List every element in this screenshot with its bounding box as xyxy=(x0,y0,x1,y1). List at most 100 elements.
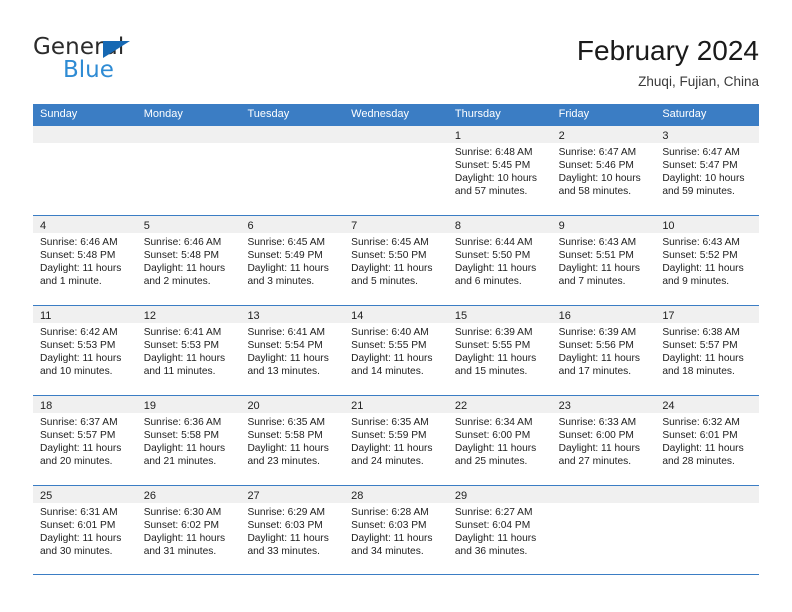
day-details: Sunrise: 6:47 AM Sunset: 5:47 PM Daylight:… xyxy=(655,143,759,198)
day-number: 2 xyxy=(558,130,565,142)
day-number-band: 8 xyxy=(447,216,552,233)
daylight-text: Daylight: 11 hours and 27 minutes. xyxy=(558,443,640,468)
sunset-text: Sunset: 5:45 PM xyxy=(454,160,531,172)
day-cell-empty xyxy=(655,486,760,574)
general-blue-logo[interactable]: General Blue xyxy=(33,34,243,92)
day-cell[interactable]: 6 Sunrise: 6:45 AM Sunset: 5:49 PM Daylight… xyxy=(240,216,345,305)
sunrise-text: Sunrise: 6:48 AM xyxy=(454,147,533,158)
page-title: February 2024 xyxy=(576,35,759,66)
day-number-band: 9 xyxy=(551,216,656,233)
day-number: 17 xyxy=(662,310,675,322)
day-details: Sunrise: 6:32 AM Sunset: 6:01 PM Daylight:… xyxy=(655,413,759,468)
daylight-text: Daylight: 11 hours and 30 minutes. xyxy=(40,533,122,558)
day-details: Sunrise: 6:47 AM Sunset: 5:46 PM Daylight:… xyxy=(552,143,656,198)
day-cell[interactable]: 22 Sunrise: 6:34 AM Sunset: 6:00 PM Dayligh… xyxy=(447,396,552,485)
day-cell[interactable]: 4 Sunrise: 6:46 AM Sunset: 5:48 PM Daylight… xyxy=(33,216,137,305)
sunset-text: Sunset: 5:54 PM xyxy=(247,340,323,352)
day-cell[interactable]: 29 Sunrise: 6:27 AM Sunset: 6:04 PM Dayligh… xyxy=(447,486,552,574)
sunset-text: Sunset: 6:00 PM xyxy=(558,430,634,442)
sunrise-text: Sunrise: 6:38 AM xyxy=(662,327,740,338)
day-number: 10 xyxy=(662,220,675,232)
day-cell[interactable]: 10 Sunrise: 6:43 AM Sunset: 5:52 PM Dayligh… xyxy=(655,216,760,305)
sunset-text: Sunset: 5:56 PM xyxy=(558,340,634,352)
day-cell[interactable]: 15 Sunrise: 6:39 AM Sunset: 5:55 PM Dayligh… xyxy=(447,306,552,395)
day-details: Sunrise: 6:45 AM Sunset: 5:50 PM Daylight:… xyxy=(344,233,448,288)
day-number-band xyxy=(33,126,137,143)
sunrise-text: Sunrise: 6:45 AM xyxy=(351,237,429,248)
day-cell[interactable]: 25 Sunrise: 6:31 AM Sunset: 6:01 PM Dayligh… xyxy=(33,486,137,574)
day-number-band: 13 xyxy=(240,306,345,323)
sunrise-text: Sunrise: 6:40 AM xyxy=(351,327,429,338)
sunset-text: Sunset: 5:46 PM xyxy=(558,160,634,172)
week-row: 11 Sunrise: 6:42 AM Sunset: 5:53 PM Dayligh… xyxy=(33,305,760,395)
day-number-band: 28 xyxy=(344,486,448,503)
day-cell[interactable]: 3 Sunrise: 6:47 AM Sunset: 5:47 PM Daylight… xyxy=(655,126,760,215)
day-details: Sunrise: 6:44 AM Sunset: 5:50 PM Daylight:… xyxy=(448,233,552,288)
day-cell[interactable]: 9 Sunrise: 6:43 AM Sunset: 5:51 PM Daylight… xyxy=(551,216,656,305)
sunrise-text: Sunrise: 6:42 AM xyxy=(40,327,118,338)
sunset-text: Sunset: 5:57 PM xyxy=(662,340,738,352)
day-cell[interactable]: 26 Sunrise: 6:30 AM Sunset: 6:02 PM Dayligh… xyxy=(136,486,241,574)
day-details: Sunrise: 6:41 AM Sunset: 5:53 PM Daylight:… xyxy=(137,323,241,378)
day-cell[interactable]: 23 Sunrise: 6:33 AM Sunset: 6:00 PM Dayligh… xyxy=(551,396,656,485)
daylight-text: Daylight: 11 hours and 13 minutes. xyxy=(247,353,329,378)
day-details: Sunrise: 6:34 AM Sunset: 6:00 PM Daylight:… xyxy=(448,413,552,468)
day-number-band: 14 xyxy=(344,306,448,323)
day-cell-empty xyxy=(33,126,137,215)
day-cell[interactable]: 18 Sunrise: 6:37 AM Sunset: 5:57 PM Dayligh… xyxy=(33,396,137,485)
daylight-text: Daylight: 11 hours and 9 minutes. xyxy=(662,263,744,288)
day-cell[interactable]: 1 Sunrise: 6:48 AM Sunset: 5:45 PM Daylight… xyxy=(447,126,552,215)
day-cell[interactable]: 17 Sunrise: 6:38 AM Sunset: 5:57 PM Dayligh… xyxy=(655,306,760,395)
day-cell[interactable]: 21 Sunrise: 6:35 AM Sunset: 5:59 PM Dayligh… xyxy=(344,396,448,485)
day-cell[interactable]: 28 Sunrise: 6:28 AM Sunset: 6:03 PM Dayligh… xyxy=(344,486,448,574)
day-details: Sunrise: 6:46 AM Sunset: 5:48 PM Daylight:… xyxy=(33,233,137,288)
sunrise-text: Sunrise: 6:37 AM xyxy=(40,417,118,428)
day-number: 12 xyxy=(143,310,156,322)
sunset-text: Sunset: 5:53 PM xyxy=(143,340,220,352)
daylight-text: Daylight: 11 hours and 21 minutes. xyxy=(143,443,226,468)
sunset-text: Sunset: 5:55 PM xyxy=(454,340,531,352)
day-cell[interactable]: 19 Sunrise: 6:36 AM Sunset: 5:58 PM Dayligh… xyxy=(136,396,241,485)
day-cell[interactable]: 5 Sunrise: 6:46 AM Sunset: 5:48 PM Daylight… xyxy=(136,216,241,305)
day-details: Sunrise: 6:39 AM Sunset: 5:56 PM Daylight:… xyxy=(552,323,656,378)
day-cell[interactable]: 13 Sunrise: 6:41 AM Sunset: 5:54 PM Dayligh… xyxy=(240,306,345,395)
sunset-text: Sunset: 5:51 PM xyxy=(558,250,634,262)
day-number: 14 xyxy=(351,310,364,322)
sunrise-text: Sunrise: 6:43 AM xyxy=(662,237,740,248)
day-cell[interactable]: 12 Sunrise: 6:41 AM Sunset: 5:53 PM Dayligh… xyxy=(136,306,241,395)
day-cell[interactable]: 11 Sunrise: 6:42 AM Sunset: 5:53 PM Dayligh… xyxy=(33,306,137,395)
day-details: Sunrise: 6:30 AM Sunset: 6:02 PM Daylight:… xyxy=(137,503,241,558)
day-number-band: 16 xyxy=(551,306,656,323)
sunrise-text: Sunrise: 6:43 AM xyxy=(558,237,637,248)
day-cell[interactable]: 24 Sunrise: 6:32 AM Sunset: 6:01 PM Dayligh… xyxy=(655,396,760,485)
day-number-band: 25 xyxy=(33,486,137,503)
week-row: 1 Sunrise: 6:48 AM Sunset: 5:45 PM Daylight… xyxy=(33,125,760,215)
day-cell[interactable]: 16 Sunrise: 6:39 AM Sunset: 5:56 PM Dayligh… xyxy=(551,306,656,395)
weekday-tuesday: Tuesday xyxy=(247,108,290,120)
weekday-saturday: Saturday xyxy=(662,108,707,120)
daylight-text: Daylight: 10 hours and 57 minutes. xyxy=(454,173,537,198)
day-details: Sunrise: 6:39 AM Sunset: 5:55 PM Daylight:… xyxy=(448,323,552,378)
day-cell[interactable]: 8 Sunrise: 6:44 AM Sunset: 5:50 PM Daylight… xyxy=(447,216,552,305)
day-cell[interactable]: 27 Sunrise: 6:29 AM Sunset: 6:03 PM Dayligh… xyxy=(240,486,345,574)
sunset-text: Sunset: 6:01 PM xyxy=(40,520,116,532)
day-number-band: 17 xyxy=(655,306,760,323)
day-cell[interactable]: 20 Sunrise: 6:35 AM Sunset: 5:58 PM Dayligh… xyxy=(240,396,345,485)
day-number-band xyxy=(240,126,345,143)
day-number-band xyxy=(136,126,241,143)
day-cell[interactable]: 14 Sunrise: 6:40 AM Sunset: 5:55 PM Dayligh… xyxy=(344,306,448,395)
day-number-band xyxy=(344,126,448,143)
day-number-band: 1 xyxy=(447,126,552,143)
sunset-text: Sunset: 5:52 PM xyxy=(662,250,738,262)
day-cell[interactable]: 2 Sunrise: 6:47 AM Sunset: 5:46 PM Daylight… xyxy=(551,126,656,215)
day-number-band: 29 xyxy=(447,486,552,503)
weekday-header-row: Sunday Monday Tuesday Wednesday Thursday… xyxy=(33,104,759,125)
day-number-band: 22 xyxy=(447,396,552,413)
day-number: 13 xyxy=(247,310,260,322)
weekday-wednesday: Wednesday xyxy=(351,108,410,120)
week-row: 18 Sunrise: 6:37 AM Sunset: 5:57 PM Dayligh… xyxy=(33,395,760,485)
day-number-band: 19 xyxy=(136,396,241,413)
day-cell[interactable]: 7 Sunrise: 6:45 AM Sunset: 5:50 PM Daylight… xyxy=(344,216,448,305)
day-number: 23 xyxy=(558,400,571,412)
day-details: Sunrise: 6:43 AM Sunset: 5:51 PM Daylight:… xyxy=(552,233,656,288)
